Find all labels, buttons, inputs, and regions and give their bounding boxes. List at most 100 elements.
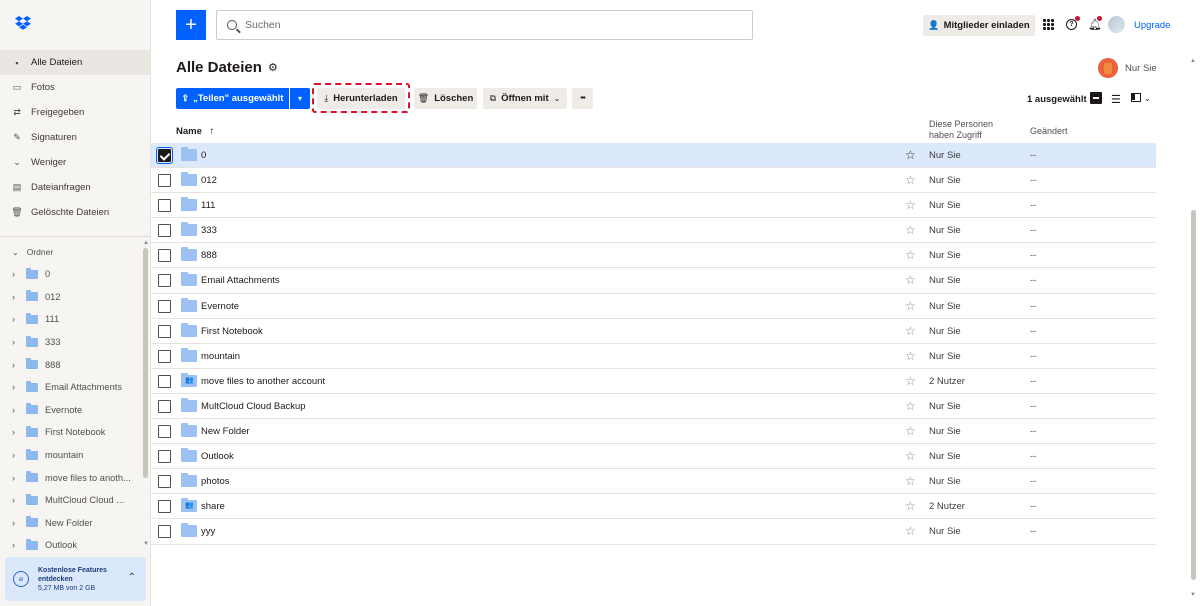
- star-icon[interactable]: ☆: [905, 148, 916, 162]
- row-checkbox[interactable]: [158, 475, 171, 489]
- chevron-right-icon[interactable]: ›: [12, 450, 20, 460]
- star-icon[interactable]: ☆: [905, 399, 916, 413]
- file-name[interactable]: move files to another account: [201, 376, 325, 387]
- star-icon[interactable]: ☆: [905, 499, 916, 513]
- chevron-right-icon[interactable]: ›: [12, 382, 20, 392]
- share-dropdown-button[interactable]: ▾: [290, 88, 310, 109]
- table-row[interactable]: Email Attachments ☆ Nur Sie --: [151, 268, 1156, 294]
- sidebar-item-weniger[interactable]: ⌄ Weniger: [0, 150, 150, 175]
- sidebar-item-gelöschte-dateien[interactable]: 🗑︎ Gelöschte Dateien: [0, 200, 150, 225]
- tree-folder-item[interactable]: › 012: [0, 286, 140, 309]
- table-row[interactable]: 888 ☆ Nur Sie --: [151, 243, 1156, 269]
- tree-folder-item[interactable]: › 111: [0, 308, 140, 331]
- star-icon[interactable]: ☆: [905, 273, 916, 287]
- file-name[interactable]: Evernote: [201, 301, 239, 312]
- tree-folder-item[interactable]: › Outlook: [0, 534, 140, 557]
- tree-folder-item[interactable]: › First Notebook: [0, 421, 140, 444]
- file-name[interactable]: share: [201, 501, 225, 512]
- account-avatar[interactable]: [1108, 16, 1125, 33]
- star-icon[interactable]: ☆: [905, 299, 916, 313]
- table-row[interactable]: 333 ☆ Nur Sie --: [151, 218, 1156, 244]
- scroll-up-arrow-icon[interactable]: ▲: [143, 240, 149, 246]
- table-row[interactable]: Outlook ☆ Nur Sie --: [151, 444, 1156, 470]
- row-checkbox[interactable]: [158, 349, 171, 363]
- row-checkbox[interactable]: [158, 374, 171, 388]
- file-name[interactable]: 111: [201, 200, 215, 211]
- row-checkbox[interactable]: [158, 224, 171, 238]
- list-view-icon[interactable]: ☰: [1111, 93, 1121, 106]
- chevron-right-icon[interactable]: ›: [12, 269, 20, 279]
- chevron-right-icon[interactable]: ›: [12, 540, 20, 550]
- sidebar-item-freigegeben[interactable]: ⇄ Freigegeben: [0, 100, 150, 125]
- star-icon[interactable]: ☆: [905, 449, 916, 463]
- file-name[interactable]: mountain: [201, 351, 240, 362]
- file-name[interactable]: 012: [201, 175, 217, 186]
- star-icon[interactable]: ☆: [905, 173, 916, 187]
- table-row[interactable]: MultCloud Cloud Backup ☆ Nur Sie --: [151, 394, 1156, 420]
- share-selected-button[interactable]: ⇪ „Teilen" ausgewählt: [176, 88, 289, 109]
- table-row[interactable]: 111 ☆ Nur Sie --: [151, 193, 1156, 219]
- tree-folder-item[interactable]: › MultCloud Cloud ...: [0, 489, 140, 512]
- side-panel-icon[interactable]: [1131, 93, 1141, 102]
- tree-folder-item[interactable]: › Email Attachments: [0, 376, 140, 399]
- file-name[interactable]: Email Attachments: [201, 275, 280, 286]
- star-icon[interactable]: ☆: [905, 524, 916, 538]
- chevron-right-icon[interactable]: ›: [12, 473, 20, 483]
- invite-members-button[interactable]: 👤 Mitglieder einladen: [923, 15, 1035, 36]
- chevron-down-icon[interactable]: ⌄: [1144, 94, 1151, 103]
- row-checkbox[interactable]: [158, 174, 171, 188]
- tree-folder-item[interactable]: › Evernote: [0, 399, 140, 422]
- row-checkbox[interactable]: [156, 147, 173, 164]
- tree-folder-item[interactable]: › 0: [0, 263, 140, 286]
- open-with-button[interactable]: ⧉ Öffnen mit ⌄: [483, 88, 567, 109]
- chevron-right-icon[interactable]: ›: [12, 405, 20, 415]
- sidebar-scrollbar[interactable]: [143, 248, 148, 478]
- star-icon[interactable]: ☆: [905, 374, 916, 388]
- table-row[interactable]: 012 ☆ Nur Sie --: [151, 168, 1156, 194]
- row-checkbox[interactable]: [158, 199, 171, 213]
- table-row[interactable]: New Folder ☆ Nur Sie --: [151, 419, 1156, 445]
- row-checkbox[interactable]: [158, 324, 171, 338]
- search-input[interactable]: [245, 19, 725, 31]
- dropbox-logo-icon[interactable]: [15, 16, 31, 30]
- star-icon[interactable]: ☆: [905, 198, 916, 212]
- file-name[interactable]: 888: [201, 250, 217, 261]
- sidebar-item-dateianfragen[interactable]: ▤ Dateianfragen: [0, 175, 150, 200]
- features-promo[interactable]: ⌀ Kostenlose Features entdecken 5,27 MB …: [5, 557, 146, 601]
- folders-section-header[interactable]: ⌄ Ordner: [12, 247, 53, 257]
- search-bar[interactable]: [216, 10, 753, 40]
- row-checkbox[interactable]: [158, 425, 171, 439]
- sidebar-item-alle-dateien[interactable]: ▪ Alle Dateien: [0, 50, 150, 75]
- delete-button[interactable]: 🗑︎ Löschen: [414, 88, 477, 109]
- tree-folder-item[interactable]: › New Folder: [0, 512, 140, 535]
- tree-folder-item[interactable]: › 888: [0, 353, 140, 376]
- main-scrollbar[interactable]: [1191, 210, 1196, 580]
- more-options-button[interactable]: •••: [572, 88, 593, 109]
- column-header-changed[interactable]: Geändert: [1030, 126, 1068, 136]
- table-row[interactable]: Evernote ☆ Nur Sie --: [151, 294, 1156, 319]
- chevron-right-icon[interactable]: ›: [12, 495, 20, 505]
- chevron-right-icon[interactable]: ›: [12, 337, 20, 347]
- file-name[interactable]: photos: [201, 476, 230, 487]
- row-checkbox[interactable]: [158, 299, 171, 313]
- row-checkbox[interactable]: [158, 249, 171, 263]
- table-row[interactable]: photos ☆ Nur Sie --: [151, 469, 1156, 495]
- scroll-up-arrow-icon[interactable]: ▲: [1190, 58, 1196, 64]
- table-row[interactable]: 0 ☆ Nur Sie --: [151, 143, 1156, 169]
- app-grid-icon[interactable]: [1043, 19, 1054, 30]
- chevron-up-icon[interactable]: ⌃: [128, 572, 136, 583]
- table-row[interactable]: move files to another account ☆ 2 Nutzer --: [151, 369, 1156, 394]
- star-icon[interactable]: ☆: [905, 324, 916, 338]
- star-icon[interactable]: ☆: [905, 248, 916, 262]
- tree-folder-item[interactable]: › 333: [0, 331, 140, 354]
- sidebar-item-signaturen[interactable]: ✎ Signaturen: [0, 125, 150, 150]
- download-button[interactable]: ⤓ Herunterladen: [317, 88, 405, 109]
- row-checkbox[interactable]: [158, 525, 171, 539]
- scroll-down-arrow-icon[interactable]: ▼: [1190, 592, 1196, 598]
- chevron-right-icon[interactable]: ›: [12, 360, 20, 370]
- table-row[interactable]: share ☆ 2 Nutzer --: [151, 494, 1156, 520]
- chevron-right-icon[interactable]: ›: [12, 292, 20, 302]
- file-name[interactable]: New Folder: [201, 426, 250, 437]
- chevron-right-icon[interactable]: ›: [12, 314, 20, 324]
- deselect-all-checkbox[interactable]: [1090, 92, 1102, 104]
